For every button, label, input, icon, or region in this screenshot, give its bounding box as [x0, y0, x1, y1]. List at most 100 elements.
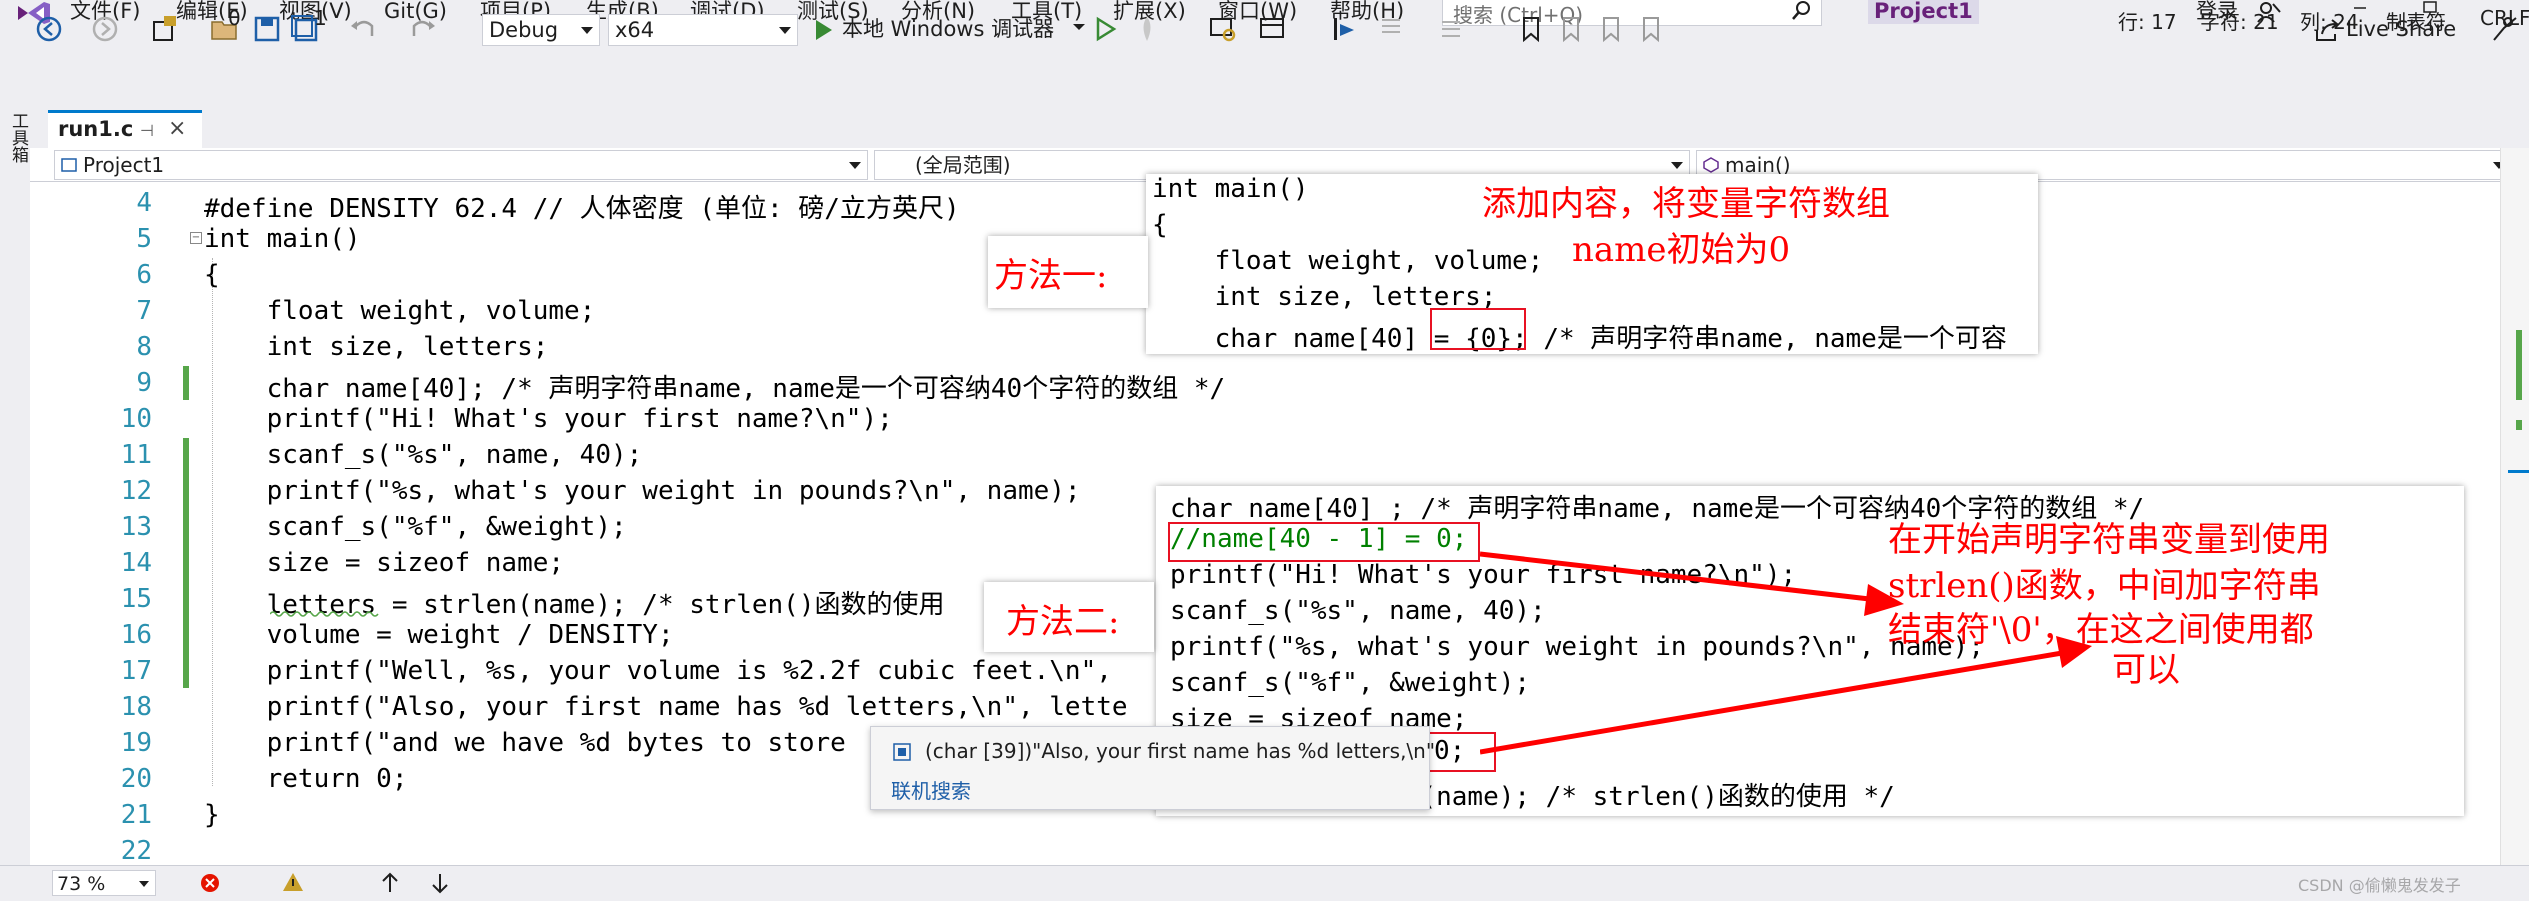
- project-icon: [61, 158, 77, 172]
- line-number: 12: [120, 476, 152, 506]
- line-number-gutter: 4 5 6 7 8 9 10 11 12 13 14 15 16 17 18 1…: [30, 182, 158, 866]
- line-number: 10: [120, 404, 152, 434]
- code-line: #define DENSITY 62.4 // 人体密度 (单位: 磅/立方英尺…: [204, 194, 960, 224]
- arrow-up-icon[interactable]: [380, 872, 400, 894]
- configuration-select[interactable]: Debug: [482, 14, 600, 46]
- pin-icon[interactable]: ⊣: [140, 121, 154, 140]
- warning-icon[interactable]: [282, 872, 304, 892]
- method1-code-line: char name[40] = {0}; /* 声明字符串name, name是…: [1152, 324, 2007, 354]
- code-line: printf("Also, your first name has %d let…: [204, 692, 1128, 722]
- code-line: printf("%s, what's your weight in pounds…: [204, 476, 1081, 506]
- forward-icon[interactable]: [90, 14, 120, 44]
- vertical-scrollbar[interactable]: [2500, 148, 2529, 865]
- redo-icon[interactable]: [408, 14, 438, 44]
- run-button-label: 本地 Windows 调试器: [842, 17, 1055, 41]
- code-line: volume = weight / DENSITY;: [204, 620, 674, 650]
- start-without-debugging-icon[interactable]: [1090, 14, 1120, 44]
- collapse-icon[interactable]: −: [190, 232, 202, 244]
- online-search-link[interactable]: 联机搜索: [891, 775, 971, 804]
- clear-bookmarks-icon[interactable]: [1636, 14, 1666, 44]
- line-number: 15: [120, 584, 152, 614]
- line-number: 6: [136, 260, 152, 290]
- line-number: 19: [120, 728, 152, 758]
- code-line: printf("and we have %d bytes to store: [204, 728, 846, 758]
- line-number: 17: [120, 656, 152, 686]
- change-indicator: [183, 438, 189, 688]
- char-indicator[interactable]: 字符: 21: [2200, 6, 2279, 35]
- chevron-down-icon: [1671, 162, 1683, 169]
- method2-label: 方法二:: [1006, 602, 1120, 642]
- new-project-icon[interactable]: [150, 14, 180, 44]
- code-line: char name[40]; /* 声明字符串name, name是一个可容纳4…: [204, 374, 1226, 404]
- code-line: {: [204, 260, 220, 290]
- line-number: 22: [120, 836, 152, 866]
- play-icon: [816, 20, 832, 40]
- scroll-change-marker: [2516, 420, 2522, 430]
- prev-bookmark-icon[interactable]: [1556, 14, 1586, 44]
- string-literal-icon: [893, 743, 911, 761]
- method1-code-line: int main(): [1152, 174, 1309, 204]
- annotation-arrows: [1480, 551, 2092, 755]
- line-indicator[interactable]: 行: 17: [2118, 6, 2177, 35]
- line-number: 18: [120, 692, 152, 722]
- tab-label: run1.c: [58, 117, 134, 141]
- scroll-caret-marker: [2508, 470, 2529, 473]
- chevron-down-icon: [849, 162, 861, 169]
- line-number: 4: [136, 188, 152, 218]
- dropdown-arrow-icon[interactable]: [1070, 18, 1088, 36]
- error-icon[interactable]: [200, 873, 220, 893]
- undo-icon[interactable]: [348, 14, 378, 44]
- method1-highlight-box: [1430, 308, 1526, 350]
- line-number: 16: [120, 620, 152, 650]
- arrow-down-icon[interactable]: [430, 872, 450, 894]
- hot-reload-icon[interactable]: [1132, 14, 1162, 44]
- method1-label: 方法一:: [994, 256, 1108, 296]
- toolbox-tab[interactable]: 工具箱: [6, 112, 31, 163]
- code-line: int size, letters;: [204, 332, 549, 362]
- method1-note-line1: 添加内容，将变量字符数组: [1482, 184, 1890, 224]
- platform-select[interactable]: x64: [608, 14, 798, 46]
- line-number: 8: [136, 332, 152, 362]
- line-number: 7: [136, 296, 152, 326]
- line-number: 9: [136, 368, 152, 398]
- tab-run1-c[interactable]: run1.c ⊣ ×: [48, 110, 202, 148]
- search-icon: [1792, 1, 1810, 20]
- line-number: 21: [120, 800, 152, 830]
- bookmark-icon[interactable]: [1516, 14, 1546, 44]
- tooltip-signature: (char [39])"Also, your first name has %d…: [925, 739, 1436, 763]
- code-line: printf("Well, %s, your volume is %2.2f c…: [204, 656, 1112, 686]
- eol-indicator[interactable]: CRLF: [2480, 6, 2529, 30]
- document-tab-bar: [30, 88, 2529, 148]
- zoom-select[interactable]: 73 %: [52, 870, 156, 896]
- save-icon[interactable]: [252, 14, 282, 44]
- warning-squiggle: [270, 611, 379, 617]
- warning-count[interactable]: 1: [314, 6, 327, 30]
- method1-code-line: float weight, volume;: [1152, 246, 1544, 276]
- next-bookmark-icon[interactable]: [1596, 14, 1626, 44]
- method-icon: [1703, 157, 1719, 173]
- zoom-value: 73 %: [57, 873, 106, 895]
- tabs-indicator[interactable]: 制表符: [2386, 6, 2446, 35]
- browse-icon[interactable]: [1208, 14, 1238, 44]
- platform-value: x64: [615, 18, 655, 42]
- comment-out-icon[interactable]: [1436, 14, 1466, 44]
- code-line: return 0;: [204, 764, 408, 794]
- format-icon[interactable]: [1376, 14, 1406, 44]
- solution-name: Project1: [1868, 0, 1979, 24]
- step-icon[interactable]: [1330, 14, 1360, 44]
- project-select[interactable]: Project1: [54, 150, 868, 180]
- col-indicator[interactable]: 列: 24: [2300, 6, 2359, 35]
- start-debugging-button[interactable]: 本地 Windows 调试器: [808, 14, 1054, 46]
- line-number: 13: [120, 512, 152, 542]
- chevron-down-icon: [581, 27, 593, 34]
- scope-value: (全局范围): [915, 153, 1011, 177]
- code-line: }: [204, 800, 220, 830]
- layout-icon[interactable]: [1258, 14, 1288, 44]
- watermark-text: CSDN @偷懒鬼发发子: [2298, 876, 2461, 895]
- quick-info-tooltip[interactable]: (char [39])"Also, your first name has %d…: [870, 726, 1435, 810]
- back-icon[interactable]: [34, 14, 64, 44]
- search-input[interactable]: 搜索 (Ctrl+Q): [1442, 0, 1822, 27]
- close-icon[interactable]: ×: [168, 116, 186, 141]
- error-count[interactable]: 0: [228, 6, 241, 30]
- method2-note-line4: 可以: [2112, 650, 2180, 690]
